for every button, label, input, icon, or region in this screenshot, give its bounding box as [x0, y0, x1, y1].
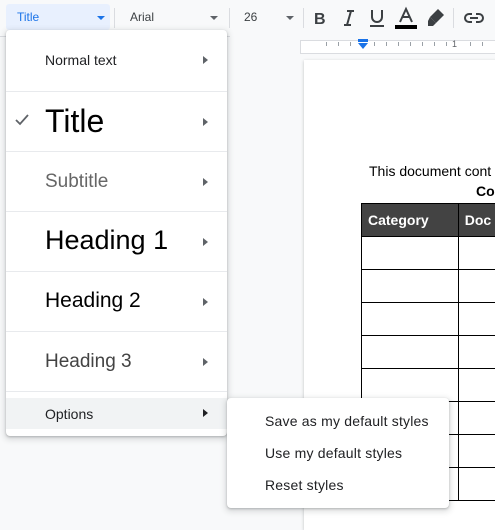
text-color-icon [394, 6, 418, 30]
table-header-cell[interactable]: Doc [458, 204, 495, 237]
chevron-right-icon [203, 238, 208, 246]
table-row [362, 369, 495, 402]
text-color-button[interactable] [394, 6, 418, 30]
submenu-item-label: Reset styles [265, 477, 344, 493]
font-dropdown[interactable]: Arial [118, 4, 224, 30]
ruler-tick [470, 42, 471, 46]
highlight-button[interactable] [424, 6, 448, 30]
styles-dropdown[interactable]: Title [6, 4, 110, 30]
underline-button[interactable] [365, 6, 389, 30]
options-submenu: Save as my default styles Use my default… [227, 398, 449, 508]
indent-marker-icon[interactable] [357, 39, 369, 51]
toolbar-divider [114, 8, 115, 28]
style-item-label: Subtitle [45, 171, 108, 193]
reset-styles-item[interactable]: Reset styles [227, 468, 449, 500]
chevron-down-icon [97, 16, 105, 20]
style-item-title[interactable]: Title [6, 92, 227, 152]
table-cell[interactable] [362, 336, 459, 369]
style-item-label: Title [45, 103, 104, 140]
table-header-cell[interactable]: Category [362, 204, 459, 237]
table-row [362, 303, 495, 336]
document-intro-text: This document cont [369, 163, 491, 179]
style-item-label: Heading 1 [45, 225, 168, 256]
italic-button[interactable] [337, 6, 361, 30]
bold-button[interactable]: B [308, 6, 332, 30]
table-cell[interactable] [458, 369, 495, 402]
ruler-tick [422, 42, 423, 46]
use-default-styles-item[interactable]: Use my default styles [227, 436, 449, 468]
style-item-normal-text[interactable]: Normal text [6, 30, 227, 90]
ruler-number: 1 [452, 39, 457, 49]
styles-dropdown-value: Title [17, 10, 39, 24]
table-cell[interactable] [458, 270, 495, 303]
table-cell[interactable] [362, 369, 459, 402]
italic-icon [337, 6, 361, 30]
insert-link-button[interactable] [462, 6, 486, 30]
link-icon [462, 6, 486, 30]
toolbar-divider [303, 8, 304, 28]
table-cell[interactable] [458, 336, 495, 369]
document-bold-text: Co [476, 183, 495, 199]
svg-text:B: B [314, 11, 326, 28]
chevron-right-icon [203, 56, 208, 64]
chevron-right-icon [203, 358, 208, 366]
ruler-tick [398, 42, 399, 46]
ruler-tick [338, 42, 339, 46]
options-label: Options [45, 406, 93, 422]
table-cell[interactable] [458, 402, 495, 435]
submenu-item-label: Save as my default styles [265, 413, 429, 429]
options-menu-item[interactable]: Options [6, 398, 227, 429]
ruler-tick [446, 42, 447, 46]
style-item-label: Heading 2 [45, 289, 141, 313]
style-item-label: Heading 3 [45, 351, 132, 373]
ruler-tick [350, 42, 351, 46]
toolbar-divider [453, 8, 454, 28]
table-cell[interactable] [458, 237, 495, 270]
ruler-tick [410, 42, 411, 46]
ruler-tick [374, 42, 375, 46]
highlight-icon [424, 6, 448, 30]
table-row [362, 270, 495, 303]
chevron-right-icon [203, 298, 208, 306]
save-default-styles-item[interactable]: Save as my default styles [227, 404, 449, 436]
chevron-right-icon [203, 409, 208, 417]
table-cell[interactable] [458, 468, 495, 501]
font-size-dropdown[interactable]: 26 [234, 4, 298, 30]
ruler[interactable]: 1 [230, 36, 495, 54]
style-item-heading-2[interactable]: Heading 2 [6, 272, 227, 332]
chevron-down-icon [286, 16, 294, 20]
table-cell[interactable] [458, 303, 495, 336]
styles-menu: Normal text Title Subtitle Heading 1 Hea… [6, 30, 227, 436]
style-item-heading-1[interactable]: Heading 1 [6, 212, 227, 272]
toolbar-divider [229, 8, 230, 28]
table-cell[interactable] [458, 435, 495, 468]
submenu-item-label: Use my default styles [265, 445, 402, 461]
chevron-right-icon [203, 118, 208, 126]
chevron-right-icon [203, 178, 208, 186]
table-cell[interactable] [362, 237, 459, 270]
ruler-tick [482, 42, 483, 46]
style-item-label: Normal text [45, 52, 117, 68]
underline-icon [365, 6, 389, 30]
table-row [362, 336, 495, 369]
style-item-subtitle[interactable]: Subtitle [6, 152, 227, 212]
ruler-tick [326, 42, 327, 46]
ruler-tick [386, 42, 387, 46]
table-cell[interactable] [362, 270, 459, 303]
table-cell[interactable] [362, 303, 459, 336]
chevron-down-icon [210, 16, 218, 20]
font-size-value: 26 [244, 10, 257, 24]
checkmark-icon [14, 112, 30, 128]
bold-icon: B [308, 6, 332, 30]
table-row [362, 237, 495, 270]
ruler-tick [434, 42, 435, 46]
table-header-row: Category Doc [362, 204, 495, 237]
font-dropdown-value: Arial [130, 10, 154, 24]
style-item-heading-3[interactable]: Heading 3 [6, 332, 227, 392]
menu-divider [6, 391, 227, 392]
